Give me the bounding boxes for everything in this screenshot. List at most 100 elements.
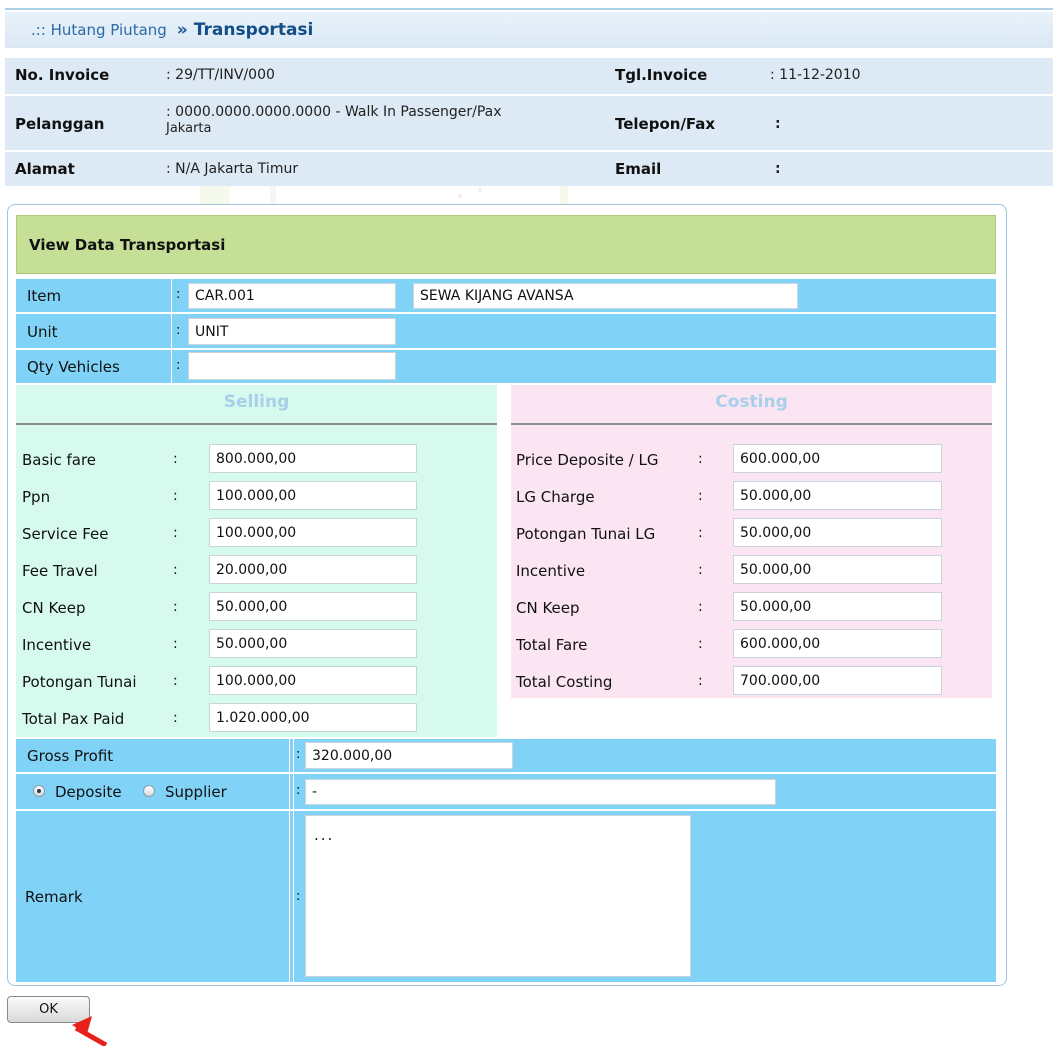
- costing-field-label: LG Charge: [516, 488, 595, 506]
- selling-field-input[interactable]: 100.000,00: [209, 518, 417, 547]
- remark-colon: :: [296, 889, 301, 904]
- selling-field-colon: :: [173, 451, 178, 467]
- gross-colon: :: [296, 747, 301, 762]
- email-value: :: [775, 161, 781, 177]
- invoice-row: No. Invoice : 29/TT/INV/000 Tgl.Invoice …: [5, 58, 1053, 94]
- remark-divider: [289, 811, 290, 982]
- selling-field-colon: :: [173, 599, 178, 615]
- selling-field-label: Potongan Tunai: [22, 673, 137, 691]
- pelanggan-value: : 0000.0000.0000.0000 - Walk In Passenge…: [166, 104, 502, 137]
- selling-divider: [16, 423, 497, 425]
- gross-profit-field[interactable]: 320.000,00: [305, 742, 513, 769]
- costing-field-input[interactable]: 700.000,00: [733, 666, 942, 695]
- unit-field[interactable]: UNIT: [188, 318, 396, 345]
- remark-textarea[interactable]: ...: [305, 815, 691, 977]
- costing-field-input[interactable]: 600.000,00: [733, 629, 942, 658]
- selling-field-label: Ppn: [22, 488, 51, 506]
- alamat-value: : N/A Jakarta Timur: [166, 161, 299, 177]
- deposite-radio[interactable]: [33, 785, 45, 797]
- selling-field-label: Fee Travel: [22, 562, 98, 580]
- costing-field-label: Incentive: [516, 562, 586, 580]
- selling-field-colon: :: [173, 673, 178, 689]
- costing-field-colon: :: [698, 673, 703, 689]
- remark-divider-2: [293, 811, 294, 982]
- tgl-invoice-value: : 11-12-2010: [770, 67, 861, 83]
- unit-divider: [171, 314, 172, 348]
- source-field[interactable]: -: [305, 779, 776, 805]
- breadcrumb-parent[interactable]: .:: Hutang Piutang: [31, 21, 167, 39]
- selling-field-label: Total Pax Paid: [22, 710, 125, 728]
- selling-field-colon: :: [173, 488, 178, 504]
- no-invoice-value: : 29/TT/INV/000: [166, 67, 275, 83]
- selling-field-input[interactable]: 100.000,00: [209, 666, 417, 695]
- gross-profit-label: Gross Profit: [27, 747, 114, 765]
- remark-label: Remark: [25, 888, 83, 906]
- source-row: Deposite Supplier : -: [16, 774, 996, 809]
- item-row: Item : CAR.001 SEWA KIJANG AVANSA: [16, 279, 996, 312]
- selling-field-label: Service Fee: [22, 525, 109, 543]
- costing-field-label: CN Keep: [516, 599, 580, 617]
- costing-divider: [511, 423, 992, 425]
- costing-field-input[interactable]: 50.000,00: [733, 555, 942, 584]
- item-label: Item: [27, 287, 62, 305]
- qty-row: Qty Vehicles :: [16, 350, 996, 383]
- supplier-radio[interactable]: [143, 785, 155, 797]
- item-divider: [171, 279, 172, 312]
- costing-field-colon: :: [698, 562, 703, 578]
- costing-field-input[interactable]: 50.000,00: [733, 481, 942, 510]
- costing-field-colon: :: [698, 488, 703, 504]
- selling-field-input[interactable]: 100.000,00: [209, 481, 417, 510]
- qty-label: Qty Vehicles: [27, 358, 120, 376]
- pelanggan-row: Pelanggan : 0000.0000.0000.0000 - Walk I…: [5, 96, 1053, 150]
- selling-field-colon: :: [173, 562, 178, 578]
- costing-field-label: Total Costing: [516, 673, 613, 691]
- selling-title: Selling: [223, 392, 290, 412]
- source-divider: [289, 774, 290, 809]
- telepon-value: :: [775, 116, 781, 132]
- supplier-label[interactable]: Supplier: [165, 783, 227, 801]
- costing-field-input[interactable]: 600.000,00: [733, 444, 942, 473]
- costing-field-label: Total Fare: [516, 636, 588, 654]
- remark-row: Remark : ...: [16, 811, 996, 982]
- page-title: Transportasi: [193, 20, 314, 40]
- costing-field-input[interactable]: 50.000,00: [733, 518, 942, 547]
- costing-field-colon: :: [698, 451, 703, 467]
- costing-field-input[interactable]: 50.000,00: [733, 592, 942, 621]
- qty-colon: :: [176, 358, 181, 373]
- no-invoice-label: No. Invoice: [15, 66, 110, 84]
- costing-field-colon: :: [698, 636, 703, 652]
- pelanggan-value-line2: Jakarta: [166, 121, 212, 136]
- unit-colon: :: [176, 323, 181, 338]
- alamat-label: Alamat: [15, 160, 75, 178]
- costing-field-colon: :: [698, 525, 703, 541]
- top-border: [5, 8, 1053, 10]
- item-name-field[interactable]: SEWA KIJANG AVANSA: [413, 283, 798, 309]
- unit-row: Unit : UNIT: [16, 314, 996, 348]
- email-label: Email: [615, 160, 662, 178]
- selling-field-label: CN Keep: [22, 599, 86, 617]
- selling-field-label: Incentive: [22, 636, 92, 654]
- telepon-label: Telepon/Fax: [615, 115, 716, 133]
- selling-field-input[interactable]: 50.000,00: [209, 629, 417, 658]
- qty-vehicles-field[interactable]: [188, 352, 396, 380]
- pelanggan-value-line1: : 0000.0000.0000.0000 - Walk In Passenge…: [166, 104, 502, 120]
- gross-divider: [289, 739, 290, 772]
- costing-field-label: Price Deposite / LG: [516, 451, 659, 469]
- selling-field-colon: :: [173, 525, 178, 541]
- selling-field-label: Basic fare: [22, 451, 97, 469]
- pointer-arrow-icon: [72, 1016, 108, 1046]
- gross-profit-row: Gross Profit : 320.000,00: [16, 739, 996, 772]
- selling-field-colon: :: [173, 710, 178, 726]
- selling-field-input[interactable]: 20.000,00: [209, 555, 417, 584]
- item-code-field[interactable]: CAR.001: [188, 283, 396, 309]
- selling-field-input[interactable]: 50.000,00: [209, 592, 417, 621]
- selling-field-input[interactable]: 800.000,00: [209, 444, 417, 473]
- selling-field-input[interactable]: 1.020.000,00: [209, 703, 417, 732]
- deposite-label[interactable]: Deposite: [55, 783, 122, 801]
- tgl-invoice-label: Tgl.Invoice: [615, 66, 708, 84]
- breadcrumb-separator: »: [176, 20, 188, 40]
- item-colon: :: [176, 287, 181, 302]
- breadcrumb: .:: Hutang Piutang » Transportasi: [5, 12, 1053, 48]
- source-divider-2: [293, 774, 294, 809]
- costing-title: Costing: [715, 392, 788, 412]
